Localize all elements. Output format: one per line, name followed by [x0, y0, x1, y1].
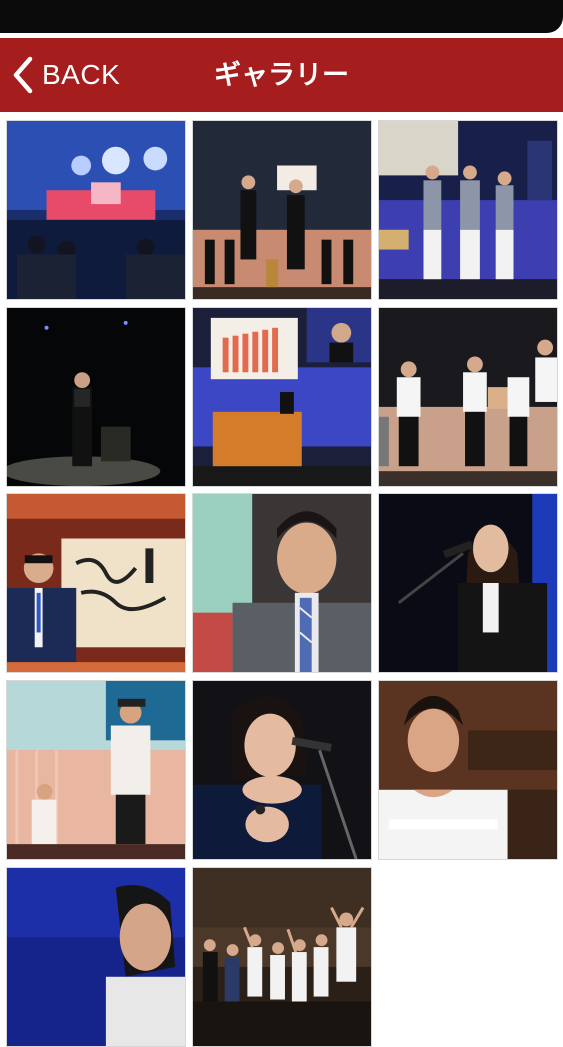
gallery-photo-12[interactable]	[378, 680, 558, 860]
chevron-left-icon	[12, 56, 34, 94]
gallery-photo-3[interactable]	[378, 120, 558, 300]
gallery-photo-2[interactable]	[192, 120, 372, 300]
gallery-photo-5[interactable]	[192, 307, 372, 487]
status-bar-notch	[0, 0, 563, 33]
blue-background-man-photo	[7, 868, 185, 1046]
gallery-photo-6[interactable]	[378, 307, 558, 487]
status-bar	[0, 0, 563, 38]
gallery-photo-4[interactable]	[6, 307, 186, 487]
stage-sign-photo	[193, 121, 371, 299]
gallery-photo-9[interactable]	[378, 493, 558, 673]
gallery-photo-7[interactable]	[6, 493, 186, 673]
speaker-closeup-photo	[193, 494, 371, 672]
gallery-photo-1[interactable]	[6, 120, 186, 300]
calligraphy-banner-photo	[7, 494, 185, 672]
woman-microphone-photo	[379, 494, 557, 672]
broche-shirt-photo	[379, 681, 557, 859]
gallery-photo-13[interactable]	[6, 867, 186, 1047]
concert-hall-photo	[7, 121, 185, 299]
gallery-photo-10[interactable]	[6, 680, 186, 860]
spotlight-speaker-photo	[7, 308, 185, 486]
group-celebration-photo	[193, 868, 371, 1046]
back-button[interactable]: BACK	[12, 52, 120, 98]
photo-gallery-grid	[0, 112, 563, 1047]
gallery-photo-8[interactable]	[192, 493, 372, 673]
gallery-photo-14[interactable]	[192, 867, 372, 1047]
white-shirts-group-photo	[379, 308, 557, 486]
back-button-label: BACK	[42, 59, 121, 90]
performer-white-jacket-photo	[7, 681, 185, 859]
podium-chart-photo	[193, 308, 371, 486]
gallery-photo-11[interactable]	[192, 680, 372, 860]
vests-stage-photo	[379, 121, 557, 299]
woman-smiling-photo	[193, 681, 371, 859]
navigation-bar: BACK ギャラリー	[0, 38, 563, 112]
